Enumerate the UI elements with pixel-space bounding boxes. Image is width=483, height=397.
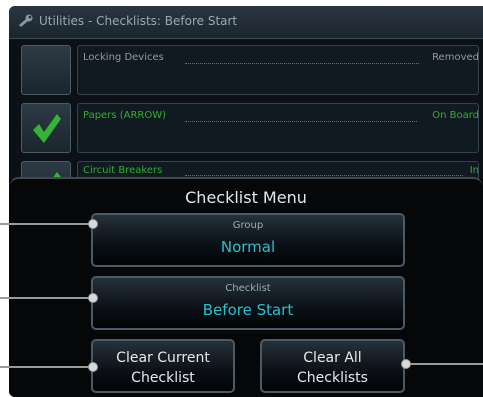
- group-value: Normal: [220, 238, 276, 256]
- callout-line-group: [0, 223, 92, 225]
- check-icon: [33, 114, 61, 143]
- group-label: Group: [232, 220, 264, 231]
- checkbox[interactable]: [21, 103, 71, 153]
- screen: Utilities - Checklists: Before Start Loc…: [0, 0, 483, 397]
- leader-dots: [185, 63, 419, 64]
- callout-dot-clear-current: [88, 362, 98, 372]
- checklist-item-label: Circuit Breakers: [83, 165, 163, 176]
- checklist-item-label: Papers (ARROW): [83, 110, 167, 121]
- checklist-item[interactable]: Papers (ARROW) On Board: [9, 97, 483, 153]
- checklist-item-label: Locking Devices: [83, 52, 164, 63]
- clear-all-checklists-button[interactable]: Clear All Checklists: [260, 339, 405, 393]
- checklist-item-status: On Board: [432, 110, 479, 121]
- callout-dot-clear-all: [401, 359, 411, 369]
- checklist-item-status: In: [469, 165, 479, 176]
- callout-line-clear-all: [408, 363, 483, 365]
- group-button[interactable]: Group Normal: [91, 213, 405, 267]
- clear-current-label: Clear Current Checklist: [116, 350, 210, 386]
- callout-dot-group: [88, 219, 98, 229]
- checklist-item[interactable]: Locking Devices Removed: [9, 39, 483, 95]
- title-bar: Utilities - Checklists: Before Start: [9, 6, 483, 39]
- checklist-label: Checklist: [225, 283, 271, 294]
- wrench-icon: [19, 14, 33, 27]
- callout-line-checklist: [0, 297, 92, 299]
- callout-line-clear-current: [0, 366, 92, 368]
- checklist-button[interactable]: Checklist Before Start: [91, 276, 405, 330]
- checklist-list[interactable]: Locking Devices Removed Papers (ARROW) O…: [9, 39, 483, 211]
- checklist-value: Before Start: [202, 301, 294, 319]
- menu-title: Checklist Menu: [185, 188, 307, 207]
- callout-dot-checklist: [88, 293, 98, 303]
- checkbox[interactable]: [21, 45, 71, 95]
- window-title: Utilities - Checklists: Before Start: [39, 14, 238, 28]
- clear-all-label: Clear All Checklists: [297, 350, 368, 386]
- display-panel: Utilities - Checklists: Before Start Loc…: [9, 6, 483, 397]
- clear-current-checklist-button[interactable]: Clear Current Checklist: [91, 339, 235, 393]
- leader-dots: [185, 121, 417, 122]
- leader-dots: [185, 175, 463, 176]
- checklist-item-status: Removed: [432, 52, 479, 63]
